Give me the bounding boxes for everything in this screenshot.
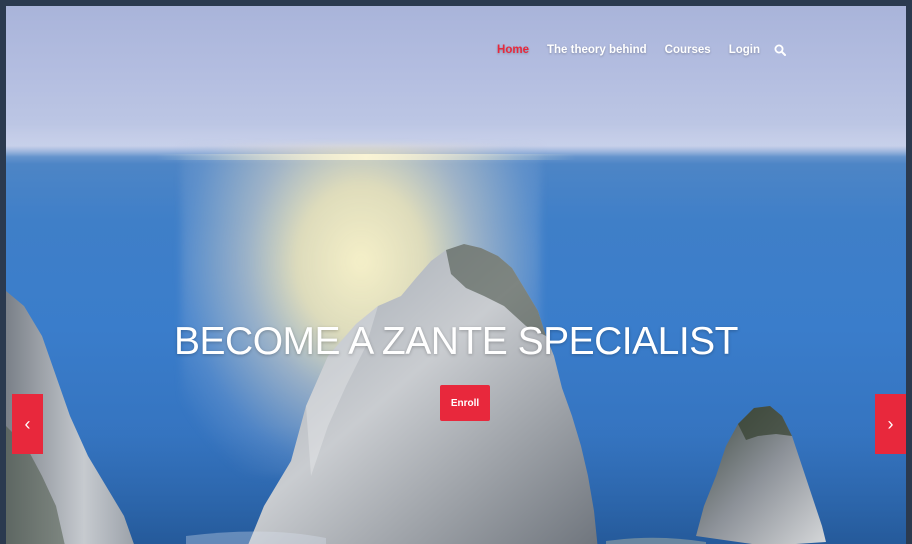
nav-item-theory-behind[interactable]: The theory behind <box>547 44 647 56</box>
chevron-left-icon: ‹ <box>24 413 31 434</box>
nav-item-home[interactable]: Home <box>497 44 529 56</box>
hero-headline: BECOME A ZANTE SPECIALIST <box>174 320 739 363</box>
nav-item-login[interactable]: Login <box>729 44 760 56</box>
hero-slider: Home The theory behind Courses Login BEC… <box>6 6 906 544</box>
slider-prev-button[interactable]: ‹ <box>12 394 43 454</box>
enroll-button[interactable]: Enroll <box>440 385 490 421</box>
nav-item-courses[interactable]: Courses <box>665 44 711 56</box>
search-icon[interactable] <box>774 44 786 56</box>
slider-next-button[interactable]: › <box>875 394 906 454</box>
chevron-right-icon: › <box>887 413 894 434</box>
main-rock <box>248 244 598 544</box>
browser-frame: Home The theory behind Courses Login BEC… <box>0 0 912 544</box>
rock-formations-image <box>6 244 906 544</box>
main-nav: Home The theory behind Courses Login <box>497 44 786 56</box>
